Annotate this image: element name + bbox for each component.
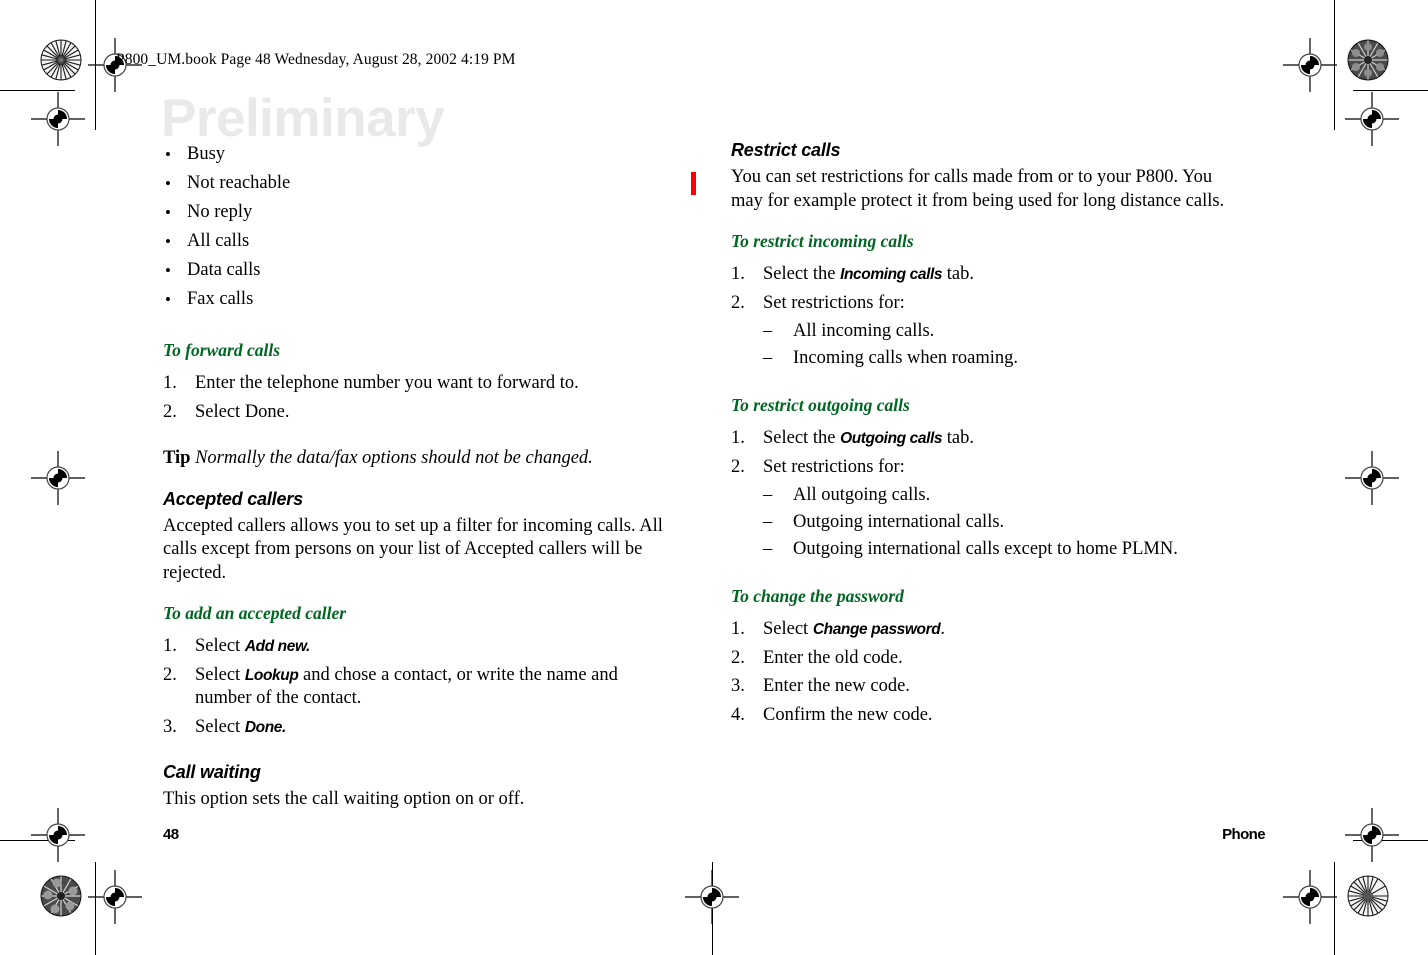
- add-accepted-caller-steps: 1. Select Add new. 2. Select Lookup and …: [163, 635, 663, 739]
- heading-to-change-the-password: To change the password: [731, 586, 904, 606]
- heading-to-forward-calls: To forward calls: [163, 340, 281, 360]
- tip-label: Tip: [163, 448, 191, 468]
- sub-item-label: Outgoing international calls.: [793, 512, 1005, 532]
- accepted-callers-body: Accepted callers allows you to set up a …: [163, 515, 663, 583]
- list-item: 3. Enter the new code.: [731, 675, 1231, 699]
- step-number: 1.: [731, 619, 745, 639]
- list-item: Data calls: [163, 256, 663, 285]
- forwarding-conditions-list: Busy Not reachable No reply All calls Da…: [163, 140, 663, 314]
- restrict-incoming-sub-list: All incoming calls. Incoming calls when …: [763, 318, 1231, 372]
- list-item: 2. Set restrictions for: All outgoing ca…: [731, 456, 1231, 564]
- list-item: 2. Select Done.: [163, 401, 663, 425]
- step-prefix: Select the: [763, 264, 841, 284]
- step-prefix: Select the: [763, 428, 841, 448]
- heading-to-restrict-outgoing-calls: To restrict outgoing calls: [731, 395, 910, 415]
- heading-accepted-callers: Accepted callers: [163, 488, 303, 509]
- step-suffix: .: [940, 619, 945, 639]
- heading-to-restrict-incoming-calls: To restrict incoming calls: [731, 231, 914, 251]
- bullet-label: Fax calls: [187, 289, 254, 309]
- list-item: Not reachable: [163, 169, 663, 198]
- list-item: Outgoing international calls except to h…: [763, 536, 1231, 563]
- restrict-calls-body: You can set restrictions for calls made …: [731, 167, 1225, 211]
- ui-term-lookup: Lookup: [244, 666, 299, 684]
- step-suffix: tab.: [942, 428, 974, 448]
- step-text: Select Done.: [195, 401, 290, 422]
- bullet-label: Busy: [187, 144, 226, 164]
- step-number: 2.: [731, 292, 745, 313]
- heading-restrict-calls: Restrict calls: [731, 140, 841, 160]
- step-prefix: Set restrictions for:: [763, 456, 905, 477]
- call-waiting-body: This option sets the call waiting option…: [163, 789, 525, 809]
- tip-paragraph: Tip Normally the data/fax options should…: [163, 447, 663, 471]
- ui-term-done: Done.: [244, 718, 286, 736]
- page-body: Busy Not reachable No reply All calls Da…: [0, 0, 1428, 955]
- step-prefix: Select: [195, 664, 245, 685]
- heading-call-waiting: Call waiting: [163, 762, 261, 782]
- step-prefix: Set restrictions for:: [763, 292, 905, 313]
- heading-to-add-an-accepted-caller: To add an accepted caller: [163, 603, 347, 623]
- list-item: 1. Select Add new.: [163, 635, 663, 659]
- step-suffix: tab.: [942, 264, 974, 284]
- ui-term-add-new: Add new.: [244, 638, 311, 655]
- list-item: 2. Enter the old code.: [731, 647, 1231, 671]
- restrict-outgoing-sub-list: All outgoing calls. Outgoing internation…: [763, 482, 1231, 563]
- list-item: Outgoing international calls.: [763, 509, 1231, 536]
- list-item: 3. Select Done.: [163, 716, 663, 740]
- sub-item-label: Outgoing international calls except to h…: [793, 539, 1178, 559]
- list-item: Busy: [163, 140, 663, 169]
- step-prefix: Enter the old code.: [763, 647, 903, 668]
- step-number: 2.: [731, 647, 745, 668]
- ui-term-outgoing-calls-tab: Outgoing calls: [840, 430, 943, 447]
- step-prefix: Select: [195, 636, 245, 656]
- bullet-label: Data calls: [187, 260, 261, 280]
- right-column: Restrict calls You can set restrictions …: [731, 140, 1231, 732]
- step-prefix: Enter the new code.: [763, 676, 910, 696]
- step-number: 2.: [163, 664, 177, 685]
- step-number: 2.: [163, 401, 177, 422]
- list-item: Incoming calls when roaming.: [763, 345, 1231, 372]
- footer-page-number: 48: [163, 826, 179, 843]
- tip-text: Normally the data/fax options should not…: [195, 448, 593, 468]
- sub-item-label: Incoming calls when roaming.: [793, 348, 1019, 368]
- sub-item-label: All outgoing calls.: [793, 485, 931, 505]
- list-item: 2. Set restrictions for: All incoming ca…: [731, 292, 1231, 373]
- step-number: 1.: [163, 373, 177, 393]
- step-text: Enter the telephone number you want to f…: [195, 373, 579, 393]
- step-number: 1.: [731, 264, 745, 284]
- sub-item-label: All incoming calls.: [793, 321, 935, 341]
- step-number: 3.: [163, 716, 177, 737]
- ui-term-incoming-calls-tab: Incoming calls: [840, 266, 943, 283]
- step-number: 4.: [731, 704, 745, 725]
- list-item: All outgoing calls.: [763, 482, 1231, 509]
- list-item: 1. Select the Incoming calls tab.: [731, 263, 1231, 287]
- list-item: Fax calls: [163, 285, 663, 314]
- list-item: 2. Select Lookup and chose a contact, or…: [163, 664, 663, 711]
- list-item: 4. Confirm the new code.: [731, 704, 1231, 728]
- step-prefix: Confirm the new code.: [763, 704, 933, 725]
- list-item: All incoming calls.: [763, 318, 1231, 345]
- bullet-label: All calls: [187, 231, 250, 251]
- forward-calls-steps: 1. Enter the telephone number you want t…: [163, 372, 663, 424]
- ui-term-change-password: Change password: [812, 621, 941, 638]
- restrict-incoming-steps: 1. Select the Incoming calls tab. 2. Set…: [731, 263, 1231, 372]
- step-prefix: Select: [763, 619, 813, 639]
- bullet-label: No reply: [187, 202, 253, 222]
- step-number: 2.: [731, 456, 745, 477]
- footer-section-name: Phone: [1222, 826, 1265, 843]
- bullet-label: Not reachable: [187, 173, 291, 193]
- restrict-outgoing-steps: 1. Select the Outgoing calls tab. 2. Set…: [731, 427, 1231, 563]
- list-item: No reply: [163, 198, 663, 227]
- change-password-steps: 1. Select Change password. 2. Enter the …: [731, 618, 1231, 727]
- step-number: 1.: [731, 428, 745, 448]
- left-column: Busy Not reachable No reply All calls Da…: [163, 140, 663, 812]
- list-item: 1. Select the Outgoing calls tab.: [731, 427, 1231, 451]
- step-prefix: Select: [195, 716, 245, 737]
- step-number: 3.: [731, 676, 745, 696]
- list-item: 1. Enter the telephone number you want t…: [163, 372, 663, 396]
- list-item: 1. Select Change password.: [731, 618, 1231, 642]
- step-number: 1.: [163, 636, 177, 656]
- list-item: All calls: [163, 227, 663, 256]
